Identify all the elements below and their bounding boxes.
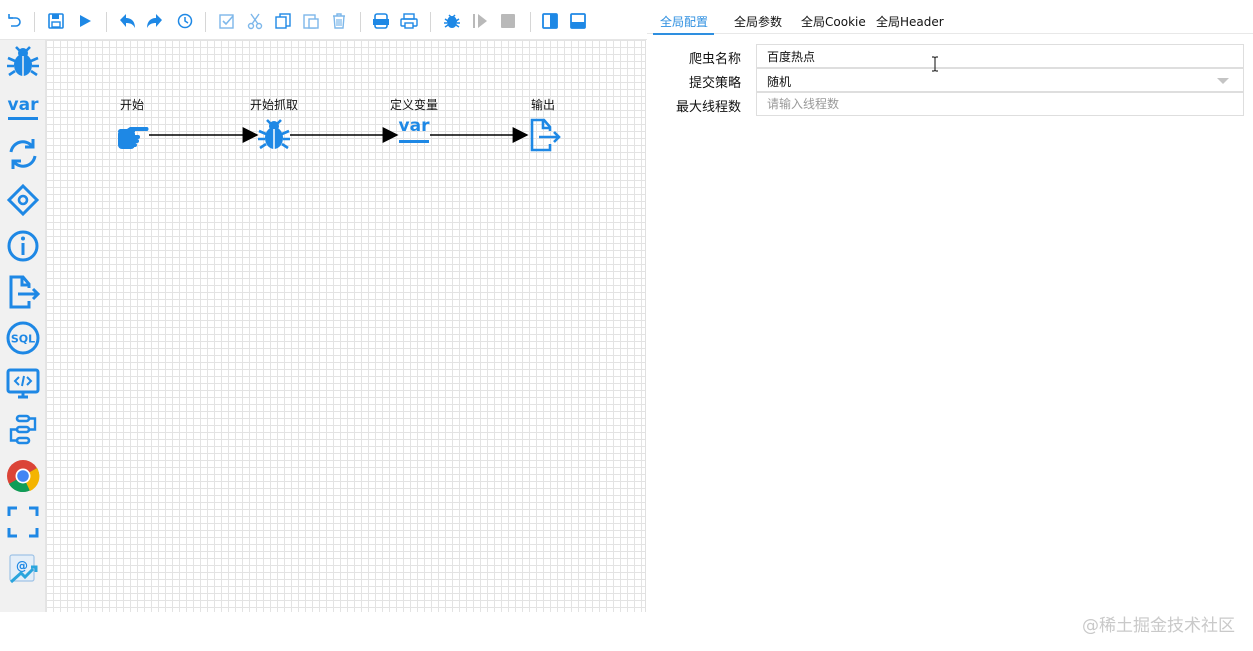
copy-icon[interactable] (272, 10, 294, 32)
flow-canvas[interactable]: 开始 开始抓取 定义变量 var 输出 (46, 40, 646, 612)
tab-global-cookie[interactable]: 全局Cookie (801, 13, 866, 33)
svg-text:@: @ (16, 559, 28, 573)
export-icon[interactable] (370, 10, 392, 32)
process-icon (9, 414, 37, 445)
right-panel-icon[interactable] (539, 10, 561, 32)
debug-icon[interactable] (441, 10, 463, 32)
print-icon[interactable] (398, 10, 420, 32)
palette-code[interactable] (3, 364, 43, 404)
tab-label: 全局参数 (734, 15, 783, 29)
node-output[interactable] (526, 117, 562, 153)
component-palette: var SQL @ (0, 40, 46, 612)
palette-info[interactable] (3, 226, 43, 266)
spider-icon (7, 46, 39, 77)
palette-process[interactable] (3, 410, 43, 450)
watermark: @稀土掘金技术社区 (1082, 616, 1235, 636)
node-label-crawl: 开始抓取 (250, 98, 299, 112)
active-tab-indicator (653, 33, 714, 35)
output-icon (530, 118, 561, 152)
screenshot-icon (7, 506, 39, 538)
undo-arrow-icon[interactable] (116, 10, 138, 32)
palette-email[interactable]: @ (3, 548, 43, 588)
chrome-icon (7, 460, 40, 493)
submit-strategy-value: 随机 (767, 75, 792, 89)
delete-icon[interactable] (328, 10, 350, 32)
toolbar-separator (430, 12, 431, 32)
info-icon (7, 230, 39, 262)
run-icon[interactable] (74, 10, 96, 32)
save-icon[interactable] (45, 10, 67, 32)
node-start[interactable] (115, 116, 151, 152)
node-label-output: 输出 (531, 98, 556, 112)
paste-icon[interactable] (300, 10, 322, 32)
hand-pointer-icon (118, 127, 149, 149)
node-label-start: 开始 (120, 98, 145, 112)
tab-global-config[interactable]: 全局配置 (653, 13, 714, 35)
toolbar-separator (360, 12, 361, 32)
variable-underline (399, 140, 429, 143)
dropdown-arrow-icon (1217, 78, 1229, 84)
condition-icon (6, 183, 40, 217)
text-cursor-icon (932, 56, 938, 72)
palette-chrome[interactable] (3, 456, 43, 496)
tab-label: 全局Cookie (801, 15, 866, 29)
history-icon[interactable] (173, 10, 195, 32)
node-label-variable: 定义变量 (390, 98, 439, 112)
tab-global-params[interactable]: 全局参数 (734, 13, 782, 33)
palette-screenshot[interactable] (3, 502, 43, 542)
palette-variable[interactable]: var (3, 88, 43, 128)
svg-text:SQL: SQL (11, 333, 35, 346)
tab-label: 全局Header (876, 15, 944, 29)
code-icon (6, 368, 40, 399)
submit-strategy-select[interactable]: 随机 (756, 68, 1244, 92)
field-row-crawler-name: 爬虫名称 (647, 44, 1253, 68)
palette-loop[interactable] (3, 134, 43, 174)
bottom-panel-icon[interactable] (567, 10, 589, 32)
variable-underline (8, 117, 38, 120)
properties-panel: 全局配置 全局参数 全局Cookie 全局Header 爬虫名称 提交策略 随机… (647, 0, 1253, 612)
toolbar-separator (106, 12, 107, 32)
select-all-icon[interactable] (216, 10, 238, 32)
palette-spider[interactable] (3, 42, 43, 82)
toolbar-separator (34, 12, 35, 32)
field-row-max-threads: 最大线程数 (647, 92, 1253, 116)
variable-icon: var (7, 95, 39, 115)
toolbar-separator (530, 12, 531, 32)
tab-global-header[interactable]: 全局Header (876, 13, 944, 33)
panel-tabs: 全局配置 全局参数 全局Cookie 全局Header (647, 10, 1253, 35)
toolbar-separator (205, 12, 206, 32)
cut-icon[interactable] (244, 10, 266, 32)
variable-icon: var (398, 116, 430, 136)
palette-output[interactable] (3, 272, 43, 312)
crawler-name-input[interactable] (756, 44, 1244, 68)
tab-label: 全局配置 (660, 15, 709, 29)
toolbar (0, 0, 647, 40)
output-icon (9, 275, 41, 309)
sql-icon: SQL (6, 321, 40, 355)
node-crawl[interactable] (256, 117, 292, 153)
crawler-name-label: 爬虫名称 (688, 52, 741, 67)
max-threads-label: 最大线程数 (675, 100, 741, 115)
resume-icon[interactable] (469, 10, 491, 32)
field-row-submit-strategy: 提交策略 随机 (647, 68, 1253, 92)
undo-icon[interactable] (3, 10, 25, 32)
palette-sql[interactable]: SQL (3, 318, 43, 358)
max-threads-input[interactable] (756, 92, 1244, 116)
spider-icon (258, 119, 290, 150)
stop-icon[interactable] (497, 10, 519, 32)
email-icon: @ (9, 554, 38, 584)
loop-icon (9, 139, 37, 169)
submit-strategy-label: 提交策略 (688, 76, 741, 91)
node-variable[interactable]: var (396, 117, 432, 153)
palette-condition[interactable] (3, 180, 43, 220)
redo-arrow-icon[interactable] (144, 10, 166, 32)
